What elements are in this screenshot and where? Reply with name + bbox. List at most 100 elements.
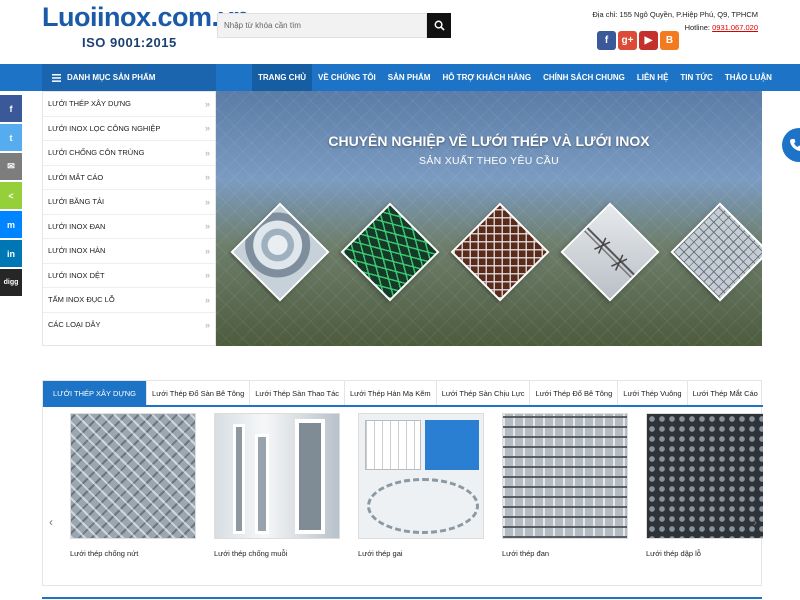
nav-item-support[interactable]: HỖ TRỢ KHÁCH HÀNG — [436, 64, 537, 91]
double-chevron-icon: » — [204, 221, 210, 232]
category-item[interactable]: LƯỚI INOX DỆT » — [43, 264, 215, 288]
product-image — [70, 413, 196, 539]
banner-subline: SẢN XUẤT THEO YÊU CẦU — [419, 155, 559, 167]
double-chevron-icon: » — [204, 123, 210, 134]
nav-item-home[interactable]: TRANG CHỦ — [252, 64, 312, 91]
nav-item-products[interactable]: SẢN PHẨM — [382, 64, 437, 91]
digg-share-icon[interactable]: digg — [0, 269, 22, 296]
messenger-share-icon[interactable]: m — [0, 211, 22, 238]
hero-banner[interactable]: CHUYÊN NGHIỆP VỀ LƯỚI THÉP VÀ LƯỚI INOX … — [216, 91, 762, 346]
category-item[interactable]: LƯỚI INOX LỌC CÔNG NGHIỆP » — [43, 117, 215, 141]
double-chevron-icon: » — [204, 245, 210, 256]
phone-icon — [790, 139, 800, 151]
search-bar — [217, 13, 451, 38]
header: Luoiinox.com.vn ISO 9001:2015 Địa chỉ: 1… — [0, 0, 800, 64]
banner-headline: CHUYÊN NGHIỆP VỀ LƯỚI THÉP VÀ LƯỚI INOX — [328, 133, 650, 149]
carousel-prev-button[interactable]: ‹ — [45, 513, 57, 531]
category-heading: DANH MỤC SẢN PHẨM — [67, 73, 156, 82]
linkedin-share-icon[interactable]: in — [0, 240, 22, 267]
category-label: LƯỚI INOX ĐAN — [48, 221, 106, 231]
search-button[interactable] — [427, 13, 451, 38]
google-plus-icon[interactable]: g+ — [618, 31, 637, 50]
product-card[interactable]: Lưới thép chống muỗi — [214, 413, 340, 558]
category-label: LƯỚI INOX HÀN — [48, 246, 106, 256]
twitter-share-icon[interactable]: t — [0, 124, 22, 151]
product-tabs: LƯỚI THÉP XÂY DỰNG Lưới Thép Đổ Sàn Bê T… — [43, 381, 763, 407]
product-carousel: Lưới thép chống nứt Lưới thép chống muỗi… — [43, 413, 763, 583]
product-caption: Lưới thép đan — [502, 549, 550, 558]
carousel-next-button[interactable]: › — [749, 513, 761, 531]
category-label: LƯỚI INOX LỌC CÔNG NGHIỆP — [48, 123, 161, 133]
product-card[interactable]: Lưới thép gai — [358, 413, 484, 558]
share-icon[interactable]: < — [0, 182, 22, 209]
product-card[interactable]: Lưới thép dập lỗ — [646, 413, 763, 558]
category-label: CÁC LOẠI DÂY — [48, 320, 101, 330]
product-section: LƯỚI THÉP XÂY DỰNG Lưới Thép Đổ Sàn Bê T… — [42, 380, 763, 586]
product-image — [358, 413, 484, 539]
nav-item-discussion[interactable]: THẢO LUẬN — [719, 64, 778, 91]
facebook-icon[interactable]: f — [597, 31, 616, 50]
search-input[interactable] — [217, 13, 427, 38]
category-menu-toggle[interactable]: DANH MỤC SẢN PHẨM — [42, 64, 216, 91]
category-label: LƯỚI BĂNG TẢI — [48, 197, 105, 207]
nav-item-policy[interactable]: CHÍNH SÁCH CHUNG — [537, 64, 631, 91]
nav-item-news[interactable]: TIN TỨC — [674, 64, 718, 91]
blogger-icon[interactable]: B — [660, 31, 679, 50]
divider — [42, 597, 762, 599]
product-caption: Lưới thép chống muỗi — [214, 549, 288, 558]
tab-concrete-floor[interactable]: Lưới Thép Đổ Sàn Bê Tông — [147, 381, 251, 405]
double-chevron-icon: » — [204, 319, 210, 330]
category-label: TẤM INOX ĐỤC LỖ — [48, 295, 115, 305]
hamburger-icon — [52, 73, 61, 82]
facebook-share-icon[interactable]: f — [0, 95, 22, 122]
category-label: LƯỚI THÉP XÂY DỰNG — [48, 99, 132, 109]
category-item[interactable]: LƯỚI BĂNG TẢI » — [43, 190, 215, 215]
category-item[interactable]: TẤM INOX ĐỤC LỖ » — [43, 288, 215, 313]
call-button[interactable] — [782, 128, 800, 162]
tab-square-mesh[interactable]: Lưới Thép Vuông — [618, 381, 688, 405]
category-list: LƯỚI THÉP XÂY DỰNG » LƯỚI INOX LỌC CÔNG N… — [42, 91, 216, 346]
category-item[interactable]: LƯỚI INOX ĐAN » — [43, 215, 215, 239]
product-caption: Lưới thép gai — [358, 549, 403, 558]
tab-concrete-pour[interactable]: Lưới Thép Đổ Bê Tông — [530, 381, 619, 405]
category-item[interactable]: LƯỚI MẮT CÁO » — [43, 166, 215, 190]
product-image — [646, 413, 763, 539]
nav-item-about[interactable]: VỀ CHÚNG TÔI — [312, 64, 382, 91]
tab-construction-mesh[interactable]: LƯỚI THÉP XÂY DỰNG — [43, 381, 148, 405]
product-card[interactable]: Lưới thép đan — [502, 413, 628, 558]
social-links: f g+ ▶ B — [597, 31, 679, 50]
search-icon — [434, 20, 445, 31]
main-nav: DANH MỤC SẢN PHẨM TRANG CHỦ VỀ CHÚNG TÔI… — [0, 64, 800, 91]
logo-iso: ISO 9001:2015 — [82, 35, 177, 50]
chevron-left-icon: ‹ — [49, 515, 53, 529]
chevron-right-icon: › — [753, 515, 757, 529]
address: Địa chỉ: 155 Ngô Quyền, P.Hiệp Phú, Q9, … — [592, 10, 758, 19]
email-share-icon[interactable]: ✉ — [0, 153, 22, 180]
category-label: LƯỚI INOX DỆT — [48, 270, 105, 280]
double-chevron-icon: » — [204, 172, 210, 183]
category-label: LƯỚI CHỐNG CÔN TRÙNG — [48, 148, 145, 158]
youtube-icon[interactable]: ▶ — [639, 31, 658, 50]
share-rail: f t ✉ < m in digg — [0, 95, 22, 298]
category-item[interactable]: LƯỚI THÉP XÂY DỰNG » — [43, 92, 215, 117]
product-image — [214, 413, 340, 539]
double-chevron-icon: » — [204, 294, 210, 305]
product-caption: Lưới thép chống nứt — [70, 549, 139, 558]
tab-load-bearing[interactable]: Lưới Thép Sàn Chịu Lực — [437, 381, 531, 405]
hotline-label: Hotline: — [684, 23, 711, 32]
category-item[interactable]: LƯỚI CHỐNG CÔN TRÙNG » — [43, 141, 215, 166]
logo[interactable]: Luoiinox.com.vn ISO 9001:2015 — [42, 2, 250, 52]
page: Luoiinox.com.vn ISO 9001:2015 Địa chỉ: 1… — [0, 0, 800, 600]
hotline-number[interactable]: 0931.067.020 — [712, 23, 758, 32]
tab-diamond-mesh[interactable]: Lưới Thép Mắt Cáo — [688, 381, 763, 405]
double-chevron-icon: » — [204, 147, 210, 158]
double-chevron-icon: » — [204, 98, 210, 109]
double-chevron-icon: » — [204, 196, 210, 207]
nav-item-contact[interactable]: LIÊN HỆ — [631, 64, 675, 91]
tab-work-platform[interactable]: Lưới Thép Sàn Thao Tác — [250, 381, 346, 405]
tab-galvanized-welded[interactable]: Lưới Thép Hàn Mạ Kẽm — [345, 381, 437, 405]
category-item[interactable]: CÁC LOẠI DÂY » — [43, 313, 215, 338]
product-card[interactable]: Lưới thép chống nứt — [70, 413, 196, 558]
category-item[interactable]: LƯỚI INOX HÀN » — [43, 239, 215, 264]
menu: TRANG CHỦ VỀ CHÚNG TÔI SẢN PHẨM HỖ TRỢ K… — [252, 64, 778, 91]
